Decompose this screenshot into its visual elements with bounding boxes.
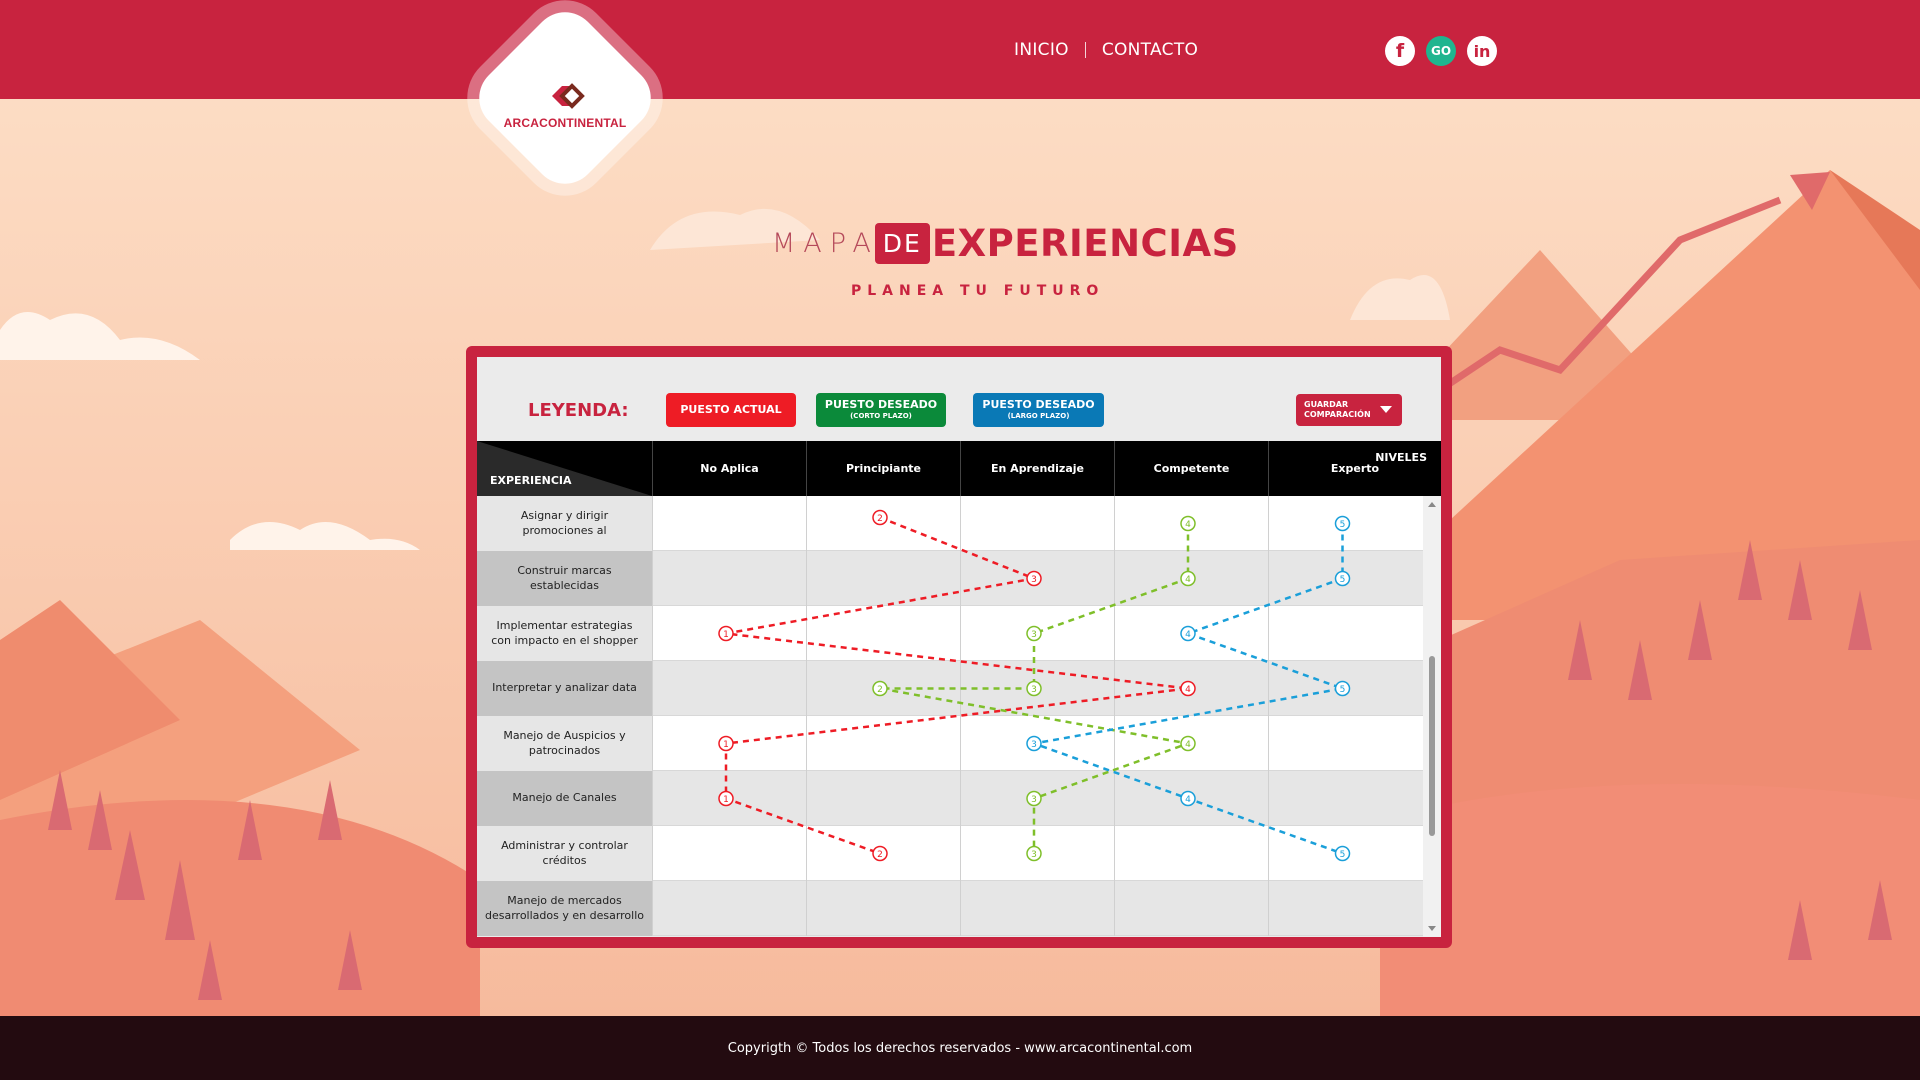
legend-desired-short-term: PUESTO DESEADO (CORTO PLAZO) — [816, 393, 946, 427]
svg-text:2: 2 — [877, 685, 883, 695]
svg-text:2: 2 — [877, 514, 883, 524]
svg-text:1: 1 — [723, 740, 729, 750]
logo[interactable]: ARCACONTINENTAL — [478, 78, 652, 148]
short-level-marker[interactable]: 3 — [1026, 680, 1042, 697]
scrollbar[interactable] — [1423, 496, 1441, 937]
legend-current-position: PUESTO ACTUAL — [666, 393, 796, 427]
page-subtitle: PLANEA TU FUTURO — [851, 283, 1105, 299]
svg-text:4: 4 — [1185, 795, 1191, 805]
svg-text:4: 4 — [1185, 630, 1191, 640]
actual-level-marker[interactable]: 1 — [718, 790, 734, 807]
short-level-marker[interactable]: 3 — [1026, 845, 1042, 862]
long-level-marker[interactable]: 5 — [1334, 515, 1351, 532]
legend-title: LEYENDA: — [528, 400, 629, 421]
footer: Copyrigth © Todos los derechos reservado… — [0, 1016, 1920, 1080]
scroll-up-icon[interactable] — [1428, 502, 1436, 507]
level-header: Principiante — [806, 441, 960, 496]
scroll-down-icon[interactable] — [1428, 926, 1436, 931]
actual-level-marker[interactable]: 1 — [718, 625, 734, 642]
panel-body: LEYENDA: PUESTO ACTUAL PUESTO DESEADO (CO… — [477, 357, 1441, 937]
svg-text:3: 3 — [1031, 795, 1037, 805]
svg-text:5: 5 — [1340, 575, 1346, 585]
corner-experience-label: EXPERIENCIA — [490, 474, 572, 487]
legend-desired-long-term: PUESTO DESEADO (LARGO PLAZO) — [973, 393, 1104, 427]
actual-level-marker[interactable]: 4 — [1180, 680, 1196, 697]
go-icon[interactable]: GO — [1426, 36, 1456, 66]
short-level-marker[interactable]: 2 — [872, 680, 888, 697]
svg-text:4: 4 — [1185, 575, 1191, 585]
footer-copyright: Copyrigth © Todos los derechos reservado… — [727, 1040, 1193, 1056]
actual-series-line — [724, 516, 1189, 855]
actual-level-marker[interactable]: 3 — [1026, 570, 1042, 587]
svg-text:4: 4 — [1185, 685, 1191, 695]
title-bold: EXPERIENCIAS — [931, 221, 1239, 265]
level-header: Experto — [1268, 441, 1441, 496]
svg-text:4: 4 — [1185, 520, 1191, 530]
actual-level-marker[interactable]: 1 — [718, 735, 734, 752]
title-box: DE — [874, 222, 930, 264]
long-level-marker[interactable]: 4 — [1180, 790, 1196, 807]
nav-inicio[interactable]: INICIO — [1014, 40, 1069, 60]
short-level-marker[interactable]: 4 — [1180, 735, 1196, 752]
long-level-marker[interactable]: 5 — [1334, 845, 1351, 862]
linkedin-icon[interactable]: in — [1467, 36, 1497, 66]
page-title: MAPA DE EXPERIENCIAS — [772, 218, 1239, 268]
facebook-icon[interactable]: f — [1385, 36, 1415, 66]
svg-text:3: 3 — [1031, 575, 1037, 585]
level-header: No Aplica — [652, 441, 806, 496]
actual-level-marker[interactable]: 2 — [872, 845, 888, 862]
svg-text:3: 3 — [1031, 850, 1037, 860]
experience-lines: 2 3 1 4 1 1 2 4 4 3 3 2 4 3 3 5 5 4 5 3 4 5 — [718, 509, 1351, 862]
short-level-marker[interactable]: 3 — [1026, 790, 1042, 807]
short-level-marker[interactable]: 3 — [1026, 625, 1042, 642]
short-level-marker[interactable]: 4 — [1180, 570, 1196, 587]
logo-text: ARCACONTINENTAL — [503, 116, 627, 130]
short-level-marker[interactable]: 4 — [1180, 515, 1196, 532]
svg-text:1: 1 — [723, 630, 729, 640]
svg-text:1: 1 — [723, 795, 729, 805]
actual-level-marker[interactable]: 2 — [872, 509, 888, 526]
title-light: MAPA — [772, 227, 879, 259]
svg-text:3: 3 — [1031, 630, 1037, 640]
svg-text:3: 3 — [1031, 685, 1037, 695]
level-header: Competente — [1114, 441, 1268, 496]
long-level-marker[interactable]: 5 — [1334, 570, 1351, 587]
experience-map-panel: LEYENDA: PUESTO ACTUAL PUESTO DESEADO (CO… — [466, 346, 1452, 948]
level-header: En Aprendizaje — [960, 441, 1114, 496]
svg-text:5: 5 — [1340, 685, 1346, 695]
scroll-thumb[interactable] — [1429, 656, 1435, 836]
long-level-marker[interactable]: 3 — [1026, 735, 1042, 752]
svg-text:5: 5 — [1340, 850, 1346, 860]
long-level-marker[interactable]: 4 — [1180, 625, 1196, 642]
long-level-marker[interactable]: 5 — [1334, 680, 1351, 697]
svg-text:4: 4 — [1185, 740, 1191, 750]
corner-header-divider — [477, 441, 652, 496]
header-bar — [0, 0, 1920, 99]
nav-divider — [1084, 42, 1086, 58]
chevron-down-icon — [1380, 406, 1392, 413]
grid-header: NIVELES EXPERIENCIA No Aplica Principian… — [477, 441, 1441, 496]
svg-text:5: 5 — [1340, 520, 1346, 530]
svg-text:2: 2 — [877, 850, 883, 860]
main-nav: INICIO CONTACTO — [1014, 40, 1198, 60]
logo-mark-icon — [552, 83, 585, 109]
svg-text:3: 3 — [1031, 740, 1037, 750]
nav-contacto[interactable]: CONTACTO — [1102, 40, 1198, 60]
social-links: f GO in — [1385, 36, 1497, 66]
save-comparison-button[interactable]: GUARDAR COMPARACIÓN — [1296, 394, 1402, 426]
